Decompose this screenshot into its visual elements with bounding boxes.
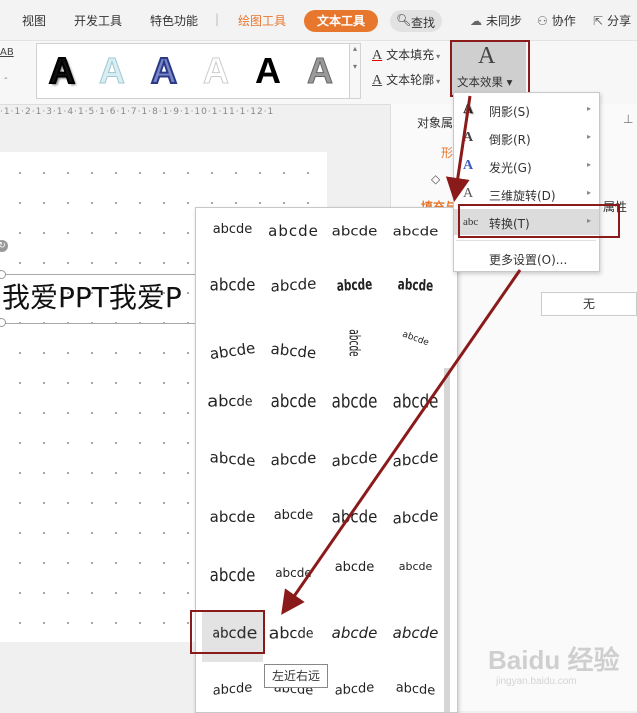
transform-option[interactable]: abcde bbox=[385, 668, 446, 712]
transform-option[interactable]: abcde bbox=[263, 208, 324, 260]
style-preset-white[interactable]: A bbox=[203, 50, 230, 92]
pin-icon[interactable]: ⊥ bbox=[623, 112, 633, 126]
watermark-url: jingyan.baidu.com bbox=[496, 676, 577, 687]
panel-title: 对象属 bbox=[417, 116, 454, 130]
text-style-gallery: A A A A A A bbox=[36, 43, 350, 99]
panel-tab-shape[interactable]: 形 bbox=[441, 144, 453, 161]
transform-option[interactable]: abcde bbox=[385, 610, 446, 662]
transform-option[interactable]: abcde bbox=[202, 668, 263, 712]
transform-option[interactable]: abcde bbox=[202, 552, 263, 604]
transform-option[interactable]: abcde bbox=[385, 262, 446, 314]
text-outline-icon: A bbox=[372, 73, 383, 88]
transform-option[interactable]: abcde bbox=[263, 262, 324, 314]
transform-option[interactable]: abcde bbox=[385, 494, 446, 546]
transform-option[interactable]: abcde bbox=[324, 208, 385, 260]
transform-option[interactable]: abcde bbox=[324, 668, 385, 712]
menu-item-glow[interactable]: A 发光(G) ▸ bbox=[454, 153, 599, 179]
text-effect-menu: A 阴影(S) ▸ A 倒影(R) ▸ A 发光(G) ▸ A 三维旋转(D) ▸ ab… bbox=[453, 92, 600, 272]
transform-option[interactable]: abcde bbox=[202, 262, 263, 314]
annotation-box-effect bbox=[450, 40, 530, 97]
style-preset-light-blue[interactable]: A bbox=[99, 50, 126, 92]
3d-rotation-icon: A bbox=[463, 186, 474, 201]
transform-option[interactable]: abcde bbox=[324, 494, 385, 546]
transform-option[interactable]: abcde bbox=[324, 436, 385, 488]
transform-option[interactable]: abcde bbox=[263, 320, 324, 372]
collab-button[interactable]: ⚇ 协作 bbox=[537, 12, 576, 29]
transform-option[interactable]: abcde bbox=[202, 378, 263, 430]
transform-option[interactable]: abcde bbox=[202, 208, 263, 260]
tab-view[interactable]: 视图 bbox=[22, 12, 46, 29]
slide-text[interactable]: 我爱PPT我爱P bbox=[2, 276, 182, 316]
transform-option[interactable]: abcde bbox=[385, 378, 446, 430]
transform-option[interactable]: abcde bbox=[324, 610, 385, 662]
transform-option[interactable]: abcde bbox=[202, 494, 263, 546]
gallery-scrollbar[interactable] bbox=[444, 368, 450, 712]
transform-option[interactable]: abcde bbox=[324, 320, 385, 372]
transform-option[interactable]: abcde bbox=[202, 320, 263, 372]
ribbon-left-fragment[interactable]: AB bbox=[0, 47, 14, 58]
submenu-arrow-icon: ▸ bbox=[586, 160, 591, 169]
tab-drawing-tools[interactable]: 绘图工具 bbox=[238, 12, 286, 29]
transform-option[interactable]: abcde bbox=[385, 436, 446, 488]
panel-rect-icon: ◇ bbox=[431, 172, 441, 186]
transform-option[interactable]: abcde bbox=[263, 436, 324, 488]
ruler: ·1·1·2·1·3·1·4·1·5·1·6·1·7·1·8·1·9·1·10·… bbox=[0, 107, 390, 121]
user-icon: ⚇ bbox=[537, 14, 548, 28]
style-preset-black-shadow[interactable]: A bbox=[48, 49, 76, 92]
annotation-box-transform bbox=[458, 204, 620, 238]
tab-text-tools[interactable]: 文本工具 bbox=[304, 10, 378, 32]
transform-option[interactable]: abcde bbox=[263, 552, 324, 604]
style-preset-blue-outline[interactable]: A bbox=[150, 49, 178, 92]
text-fill-icon: A bbox=[372, 48, 383, 63]
cloud-icon: ☁ bbox=[470, 14, 482, 28]
submenu-arrow-icon: ▸ bbox=[586, 104, 591, 113]
menu-separator bbox=[456, 240, 596, 241]
menu-item-reflection[interactable]: A 倒影(R) ▸ bbox=[454, 125, 599, 151]
transform-option[interactable]: abcde bbox=[263, 494, 324, 546]
text-fill-button[interactable]: A 文本填充 ▾ bbox=[372, 46, 440, 64]
glow-icon: A bbox=[463, 158, 474, 173]
submenu-arrow-icon: ▸ bbox=[586, 188, 591, 197]
reflection-icon: A bbox=[463, 130, 474, 145]
transform-option[interactable]: abcde bbox=[385, 552, 446, 604]
transform-option[interactable]: abcde bbox=[324, 262, 385, 314]
transform-option[interactable]: abcde bbox=[385, 208, 446, 260]
transform-option[interactable]: abcde bbox=[385, 320, 446, 372]
tooltip: 左近右远 bbox=[264, 664, 328, 688]
annotation-box-option bbox=[190, 610, 265, 654]
tab-developer[interactable]: 开发工具 bbox=[74, 12, 122, 29]
share-button[interactable]: ⇱ 分享 bbox=[593, 12, 631, 29]
style-preset-plain-black[interactable]: A bbox=[255, 50, 281, 92]
ribbon-left-fragment-2: - bbox=[4, 73, 8, 84]
menu-item-more-settings[interactable]: 更多设置(O)... bbox=[454, 245, 599, 271]
sync-button[interactable]: ☁ 未同步 bbox=[470, 12, 522, 29]
style-preset-gray[interactable]: A bbox=[307, 50, 334, 92]
search-button[interactable]: 🔍︎ 查找 bbox=[390, 10, 442, 32]
search-icon: 🔍︎ bbox=[396, 13, 412, 27]
transform-option[interactable]: abcde bbox=[263, 378, 324, 430]
transform-option[interactable]: abcde bbox=[324, 378, 385, 430]
menu-bar: 视图 开发工具 特色功能 | 绘图工具 文本工具 🔍︎ 查找 ☁ 未同步 ⚇ 协作 … bbox=[0, 0, 637, 41]
share-icon: ⇱ bbox=[593, 14, 604, 28]
submenu-arrow-icon: ▸ bbox=[586, 132, 591, 141]
transform-option[interactable]: abcde bbox=[202, 436, 263, 488]
tab-divider: | bbox=[215, 12, 220, 26]
menu-item-shadow[interactable]: A 阴影(S) ▸ bbox=[454, 97, 599, 123]
none-select[interactable]: 无 bbox=[541, 292, 637, 316]
transform-option[interactable]: abcde bbox=[263, 610, 324, 662]
text-outline-button[interactable]: A 文本轮廓 ▾ bbox=[372, 71, 440, 89]
watermark-logo: Baidu 经验 bbox=[488, 645, 620, 675]
gallery-scroll[interactable]: ▴ ▾ bbox=[349, 43, 361, 99]
shadow-icon: A bbox=[463, 102, 474, 117]
transform-option[interactable]: abcde bbox=[324, 552, 385, 604]
tab-special[interactable]: 特色功能 bbox=[150, 12, 198, 29]
